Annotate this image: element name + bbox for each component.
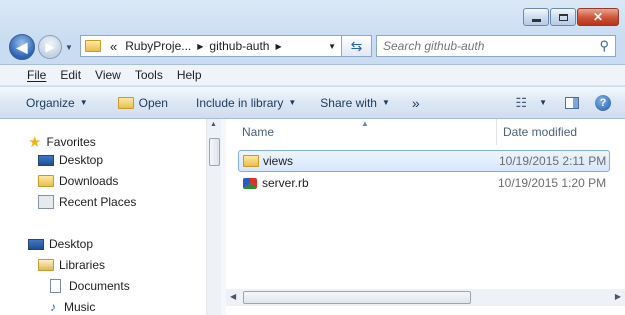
breadcrumb-github-auth[interactable]: github-auth (209, 39, 269, 53)
more-label: » (411, 94, 420, 111)
chevron-down-icon: ▼ (539, 98, 547, 107)
menu-tools[interactable]: Tools (135, 68, 163, 82)
menu-edit[interactable]: Edit (60, 68, 81, 82)
scroll-up-icon[interactable]: ▲ (210, 121, 217, 128)
desktop-icon (38, 154, 54, 166)
file-date: 10/19/2015 2:11 PM (499, 154, 607, 168)
minimize-button[interactable] (523, 8, 549, 26)
nav-favorites[interactable]: ★ Favorites (28, 133, 96, 151)
address-bar[interactable]: « RubyProje... ▶ github-auth ▶ ▼ (80, 35, 342, 57)
maximize-button[interactable] (550, 8, 576, 26)
scroll-left-icon[interactable]: ◀ (230, 292, 236, 301)
arrow-left-icon: ◀ (16, 38, 28, 55)
explorer-window: ✕ ◀ ▶ ▼ « RubyProje... ▶ github-auth ▶ ▼… (0, 0, 625, 315)
nav-desktop[interactable]: Desktop (38, 153, 103, 167)
nav-music-label: Music (64, 300, 96, 314)
organize-label: Organize (26, 95, 75, 110)
chevron-down-icon: ▼ (79, 98, 88, 107)
help-button[interactable]: ? (595, 94, 611, 111)
nav-favorites-label: Favorites (46, 135, 96, 149)
horizontal-scrollbar[interactable]: ◀ ▶ (226, 289, 625, 306)
open-button[interactable]: Open (117, 95, 168, 110)
nav-desktop-root-label: Desktop (49, 237, 94, 251)
back-button[interactable]: ◀ (9, 34, 35, 60)
refresh-button[interactable]: ⇆ (342, 35, 372, 57)
nav-desktop-label: Desktop (59, 153, 104, 167)
menu-help[interactable]: Help (177, 68, 202, 82)
nav-music[interactable]: ♪ Music (50, 300, 95, 314)
nav-recent-places-label: Recent Places (59, 195, 137, 209)
recent-places-icon (38, 195, 54, 209)
documents-icon (50, 279, 61, 293)
list-item[interactable]: views 10/19/2015 2:11 PM (238, 150, 610, 172)
file-name: server.rb (262, 176, 309, 190)
folder-icon (85, 40, 101, 52)
close-icon: ✕ (592, 10, 604, 24)
menu-file[interactable]: File (27, 68, 46, 82)
column-date-label: Date modified (503, 125, 578, 139)
music-icon: ♪ (50, 300, 56, 314)
preview-pane-icon (565, 96, 579, 109)
menu-view[interactable]: View (95, 68, 121, 82)
breadcrumb-separator-icon[interactable]: ▶ (197, 42, 203, 51)
star-icon: ★ (28, 134, 42, 151)
column-header-name[interactable]: Name (226, 119, 496, 145)
folder-icon (243, 155, 259, 167)
forward-button[interactable]: ▶ (38, 35, 62, 59)
minimize-icon (531, 18, 541, 22)
preview-pane-button[interactable] (565, 96, 579, 109)
details-view-icon: ☷ (515, 94, 528, 110)
file-date: 10/19/2015 1:20 PM (498, 176, 607, 190)
nav-documents-label: Documents (69, 279, 130, 293)
libraries-icon (38, 259, 54, 271)
command-bar: Organize ▼ Open Include in library ▼ Sha… (0, 87, 625, 119)
organize-button[interactable]: Organize ▼ (26, 96, 88, 110)
nav-libraries-label: Libraries (59, 258, 106, 272)
nav-downloads-label: Downloads (59, 174, 119, 188)
search-input[interactable] (377, 38, 600, 54)
horizontal-scrollbar-thumb[interactable] (243, 291, 471, 304)
include-in-library-label: Include in library (195, 95, 284, 110)
list-item[interactable]: server.rb 10/19/2015 1:20 PM (238, 172, 610, 194)
refresh-icon: ⇆ (350, 37, 363, 54)
search-box[interactable]: ⚲ (376, 35, 616, 57)
address-overflow[interactable]: « (110, 39, 117, 54)
chevron-down-icon: ▼ (381, 98, 390, 107)
chevron-down-icon: ▼ (288, 98, 297, 107)
desktop-icon (28, 238, 44, 250)
arrow-right-icon: ▶ (45, 40, 55, 54)
address-dropdown-icon[interactable]: ▼ (328, 42, 336, 51)
change-view-button[interactable]: ☷ ▼ (515, 95, 547, 111)
nav-libraries[interactable]: Libraries (38, 258, 105, 272)
maximize-icon (558, 13, 568, 21)
help-icon: ? (595, 94, 611, 111)
include-in-library-button[interactable]: Include in library ▼ (196, 96, 296, 110)
file-list: ▲ Name Date modified views 10/19/2015 2:… (226, 119, 625, 315)
open-label: Open (138, 95, 168, 110)
more-commands-button[interactable]: » (412, 95, 420, 111)
recent-pages-dropdown-icon[interactable]: ▼ (65, 43, 73, 52)
search-icon[interactable]: ⚲ (599, 38, 609, 54)
nav-recent-places[interactable]: Recent Places (38, 195, 136, 209)
navigation-scrollbar-thumb[interactable] (209, 138, 220, 166)
share-with-label: Share with (320, 95, 377, 110)
column-header-date-modified[interactable]: Date modified (497, 119, 577, 145)
downloads-icon (38, 175, 54, 187)
share-with-button[interactable]: Share with ▼ (320, 96, 390, 110)
navigation-scrollbar[interactable]: ▲ (206, 119, 221, 315)
navigation-pane: ★ Favorites Desktop Downloads Recent Pla… (0, 119, 206, 315)
close-button[interactable]: ✕ (577, 8, 619, 26)
breadcrumb-rubyprojects[interactable]: RubyProje... (125, 39, 191, 53)
menu-bar: File Edit View Tools Help (0, 64, 625, 86)
caption-buttons: ✕ (522, 8, 619, 26)
open-folder-icon (117, 96, 134, 109)
nav-desktop-root[interactable]: Desktop (28, 237, 93, 251)
ruby-file-icon (243, 177, 257, 189)
nav-downloads[interactable]: Downloads (38, 174, 118, 188)
file-name: views (263, 154, 294, 168)
nav-documents[interactable]: Documents (50, 279, 130, 293)
breadcrumb-separator-icon[interactable]: ▶ (275, 42, 281, 51)
column-name-label: Name (242, 125, 275, 139)
scroll-right-icon[interactable]: ▶ (615, 292, 621, 301)
